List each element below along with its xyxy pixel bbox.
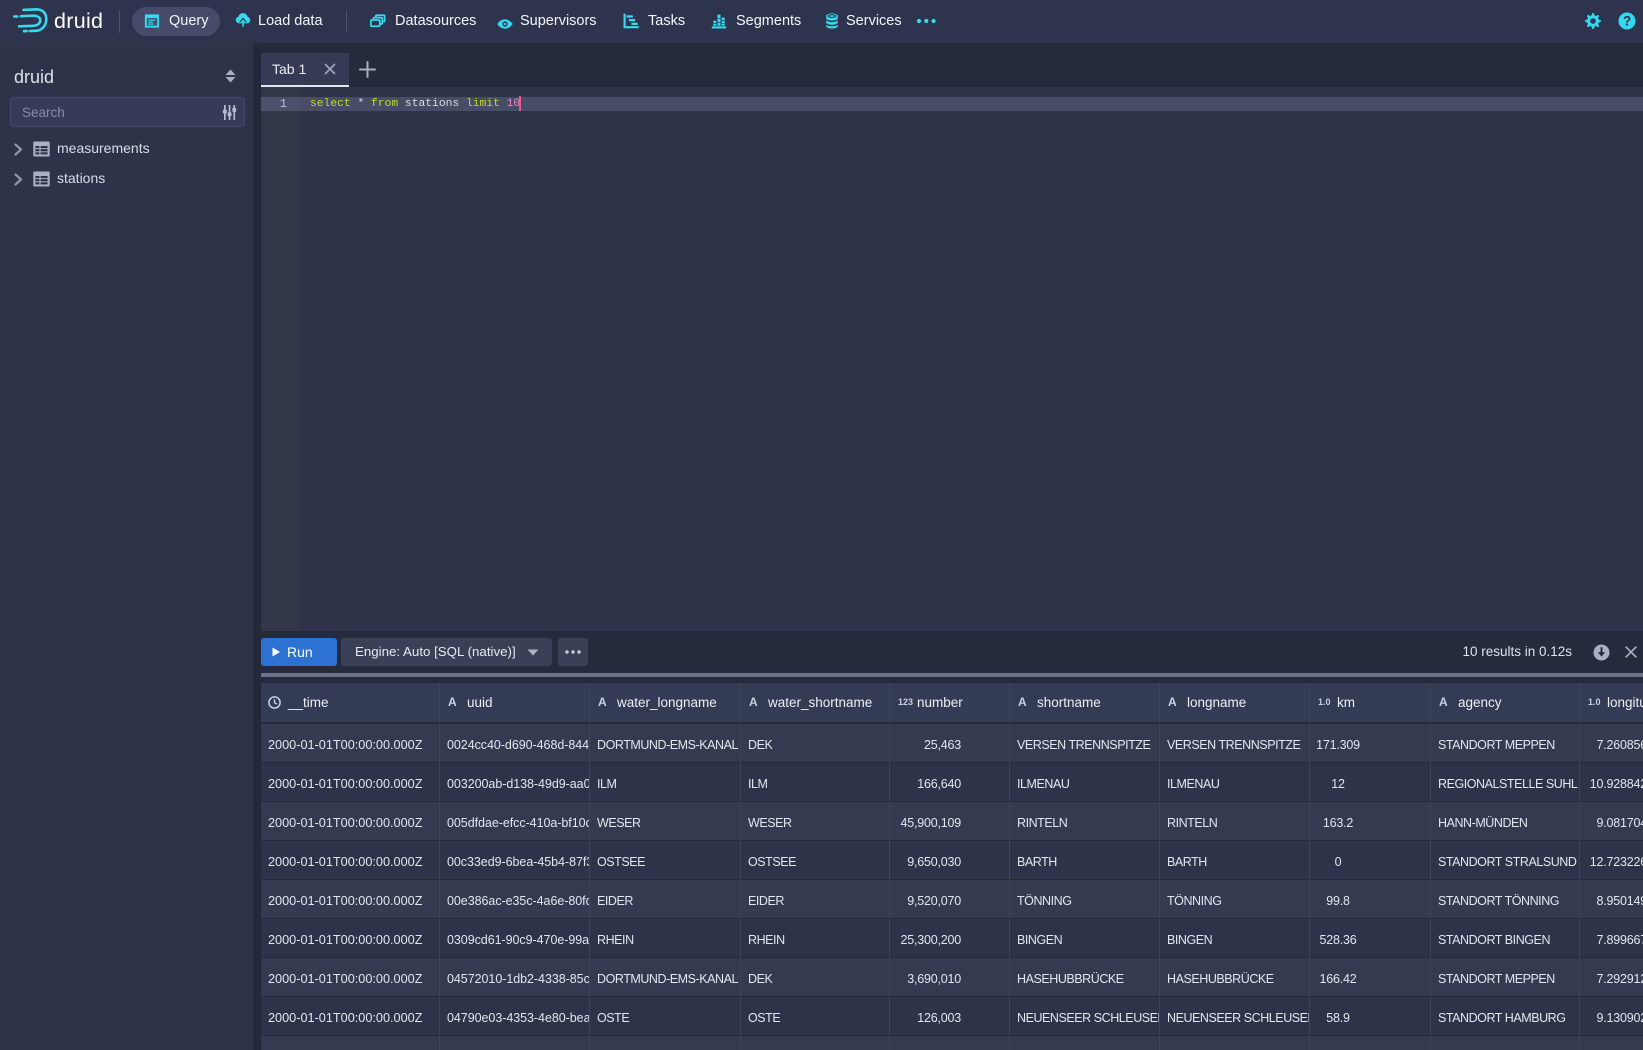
svg-text:?: ? [1623, 13, 1631, 28]
